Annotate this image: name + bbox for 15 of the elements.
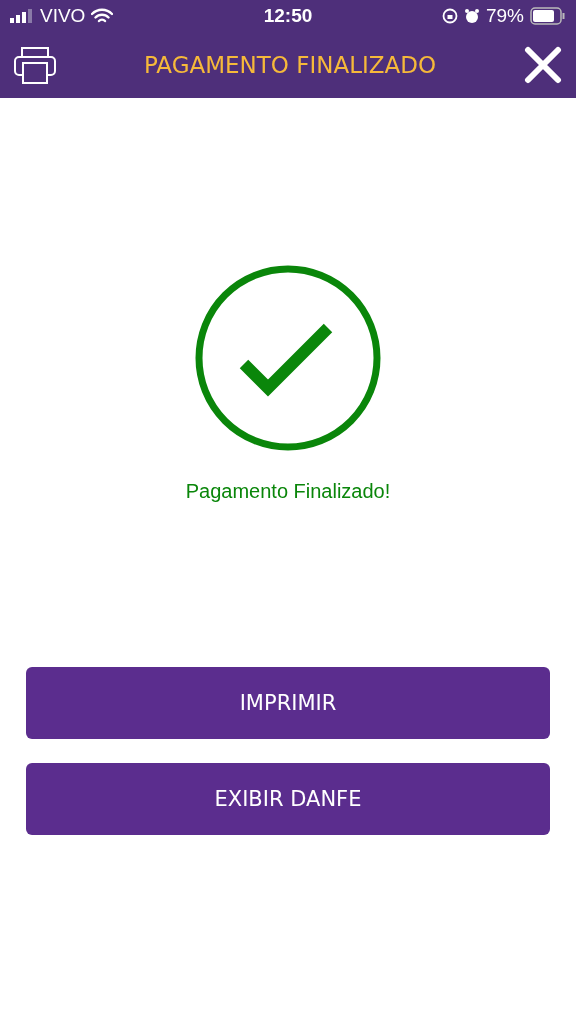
header-title: PAGAMENTO FINALIZADO <box>143 52 437 78</box>
action-button[interactable]: IMPRIMIR <box>26 667 550 739</box>
carrier-name: VIVO <box>40 5 86 27</box>
success-check-icon <box>194 264 382 452</box>
alarm-icon <box>463 8 480 24</box>
printer-icon[interactable] <box>14 46 56 84</box>
battery-icon <box>530 7 566 25</box>
battery-percent: 79% <box>485 5 524 27</box>
signal-icon <box>10 9 34 23</box>
rotation-lock-icon <box>441 8 458 24</box>
wifi-icon <box>91 8 114 24</box>
action-button[interactable]: EXIBIR DANFE <box>26 763 550 835</box>
status-time: 12:50 <box>263 5 313 27</box>
close-icon[interactable] <box>524 46 562 84</box>
success-message: Pagamento Finalizado! <box>185 480 391 503</box>
